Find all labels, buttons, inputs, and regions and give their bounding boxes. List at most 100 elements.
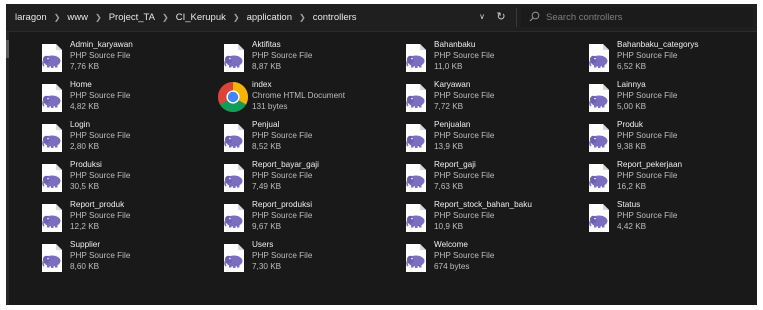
file-size: 8,87 KB [252,62,282,71]
php-file-icon [38,243,66,273]
file-name: Admin_karyawan [70,40,133,49]
refresh-icon[interactable]: ↻ [495,10,507,24]
php-file-icon [38,83,66,113]
breadcrumb-item-www[interactable]: www [66,12,89,23]
file-size: 11,0 KB [434,62,463,71]
breadcrumb-item-controllers[interactable]: controllers [312,12,358,23]
php-file-icon [402,203,430,233]
php-file-icon [38,43,66,73]
file-item[interactable]: Login PHP Source File 2,80 KB [18,118,200,158]
file-explorer-window: laragon ❯ www ❯ Project_TA ❯ CI_Kerupuk … [6,4,757,305]
file-size: 10,9 KB [434,222,464,231]
scrollbar-thumb[interactable] [6,40,9,58]
file-type: PHP Source File [252,211,313,220]
breadcrumb-item-ci-kerupuk[interactable]: CI_Kerupuk [175,12,227,23]
file-item[interactable]: Report_bayar_gaji PHP Source File 7,49 KB [200,158,382,198]
file-type: PHP Source File [252,251,313,260]
file-item[interactable]: Admin_karyawan PHP Source File 7,76 KB [18,38,200,78]
file-type: PHP Source File [617,131,678,140]
file-item[interactable]: Report_pekerjaan PHP Source File 16,2 KB [565,158,748,198]
chevron-right-icon[interactable]: ❯ [156,13,175,22]
file-name: Report_pekerjaan [617,160,683,169]
file-type: PHP Source File [252,51,313,60]
file-name: Status [617,200,641,209]
file-item[interactable]: Karyawan PHP Source File 7,72 KB [382,78,565,118]
file-size: 4,82 KB [70,102,100,111]
file-size: 7,72 KB [434,102,464,111]
chrome-icon [217,82,249,113]
php-file-icon [38,203,66,233]
file-item[interactable]: Lainnya PHP Source File 5,00 KB [565,78,748,118]
file-item[interactable]: Bahanbaku_categorys PHP Source File 6,52 K… [565,38,748,78]
file-type: PHP Source File [70,251,131,260]
php-file-icon [402,163,430,193]
divider [516,8,517,27]
file-item[interactable]: Report_stock_bahan_baku PHP Source File 10… [382,198,565,238]
file-item[interactable]: Penjualan PHP Source File 13,9 KB [382,118,565,158]
file-item[interactable]: Report_gaji PHP Source File 7,63 KB [382,158,565,198]
chevron-right-icon[interactable]: ❯ [48,13,67,22]
file-item[interactable]: Users PHP Source File 7,30 KB [200,238,382,278]
file-size: 4,42 KB [617,222,647,231]
file-item[interactable]: Home PHP Source File 4,82 KB [18,78,200,118]
file-type: PHP Source File [252,171,313,180]
breadcrumb-item-project-ta[interactable]: Project_TA [108,12,156,23]
file-name: Report_produksi [252,200,313,209]
file-type: PHP Source File [252,131,313,140]
file-name: Login [70,120,91,129]
file-type: PHP Source File [434,131,495,140]
file-item[interactable]: Supplier PHP Source File 8,60 KB [18,238,200,278]
file-name: Report_stock_bahan_baku [434,200,532,209]
file-item[interactable]: Aktifitas PHP Source File 8,87 KB [200,38,382,78]
file-item[interactable]: Report_produk PHP Source File 12,2 KB [18,198,200,238]
php-file-icon [585,203,613,233]
file-type: PHP Source File [617,211,678,220]
file-grid: Admin_karyawan PHP Source File 7,76 KB Akt… [18,38,753,278]
file-item[interactable]: Welcome PHP Source File 674 bytes [382,238,565,278]
file-size: 8,60 KB [70,262,100,271]
php-file-icon [220,43,248,73]
php-file-icon [585,43,613,73]
file-name: Supplier [70,240,101,249]
file-name: index [252,80,272,89]
file-size: 13,9 KB [434,142,464,151]
file-item[interactable]: Produksi PHP Source File 30,5 KB [18,158,200,198]
file-type: PHP Source File [434,91,495,100]
file-name: Produksi [70,160,102,169]
chevron-right-icon[interactable]: ❯ [227,13,246,22]
file-item[interactable]: Penjual PHP Source File 8,52 KB [200,118,382,158]
breadcrumb-item-application[interactable]: application [246,12,293,23]
file-size: 7,30 KB [252,262,282,271]
file-size: 2,80 KB [70,142,100,151]
file-name: Bahanbaku [434,40,476,49]
file-item[interactable]: Status PHP Source File 4,42 KB [565,198,748,238]
file-name: Penjual [252,120,280,129]
file-name: Home [70,80,92,89]
file-size: 9,38 KB [617,142,647,151]
chevron-right-icon[interactable]: ❯ [89,13,108,22]
file-item[interactable]: Bahanbaku PHP Source File 11,0 KB [382,38,565,78]
file-size: 8,52 KB [252,142,282,151]
breadcrumb: laragon ❯ www ❯ Project_TA ❯ CI_Kerupuk … [14,4,358,31]
breadcrumb-item-laragon[interactable]: laragon [14,12,48,23]
file-item[interactable]: Produk PHP Source File 9,38 KB [565,118,748,158]
file-name: Report_bayar_gaji [252,160,319,169]
navigation-pane-scrollbar[interactable] [6,32,9,305]
file-item[interactable]: Report_produksi PHP Source File 9,67 KB [200,198,382,238]
php-file-icon [402,243,430,273]
file-name: Penjualan [434,120,471,129]
file-name: Report_gaji [434,160,476,169]
file-item[interactable]: index Chrome HTML Document 131 bytes [200,78,382,118]
php-file-icon [38,123,66,153]
file-type: Chrome HTML Document [252,91,345,100]
file-name: Karyawan [434,80,471,89]
chevron-right-icon[interactable]: ❯ [293,13,312,22]
search-input[interactable] [546,11,746,23]
file-size: 7,49 KB [252,182,282,191]
chevron-down-icon[interactable]: ∨ [477,11,487,23]
php-file-icon [585,163,613,193]
php-file-icon [402,83,430,113]
address-bar[interactable]: laragon ❯ www ❯ Project_TA ❯ CI_Kerupuk … [6,4,757,32]
search-box[interactable] [521,7,753,27]
search-icon [528,11,540,23]
